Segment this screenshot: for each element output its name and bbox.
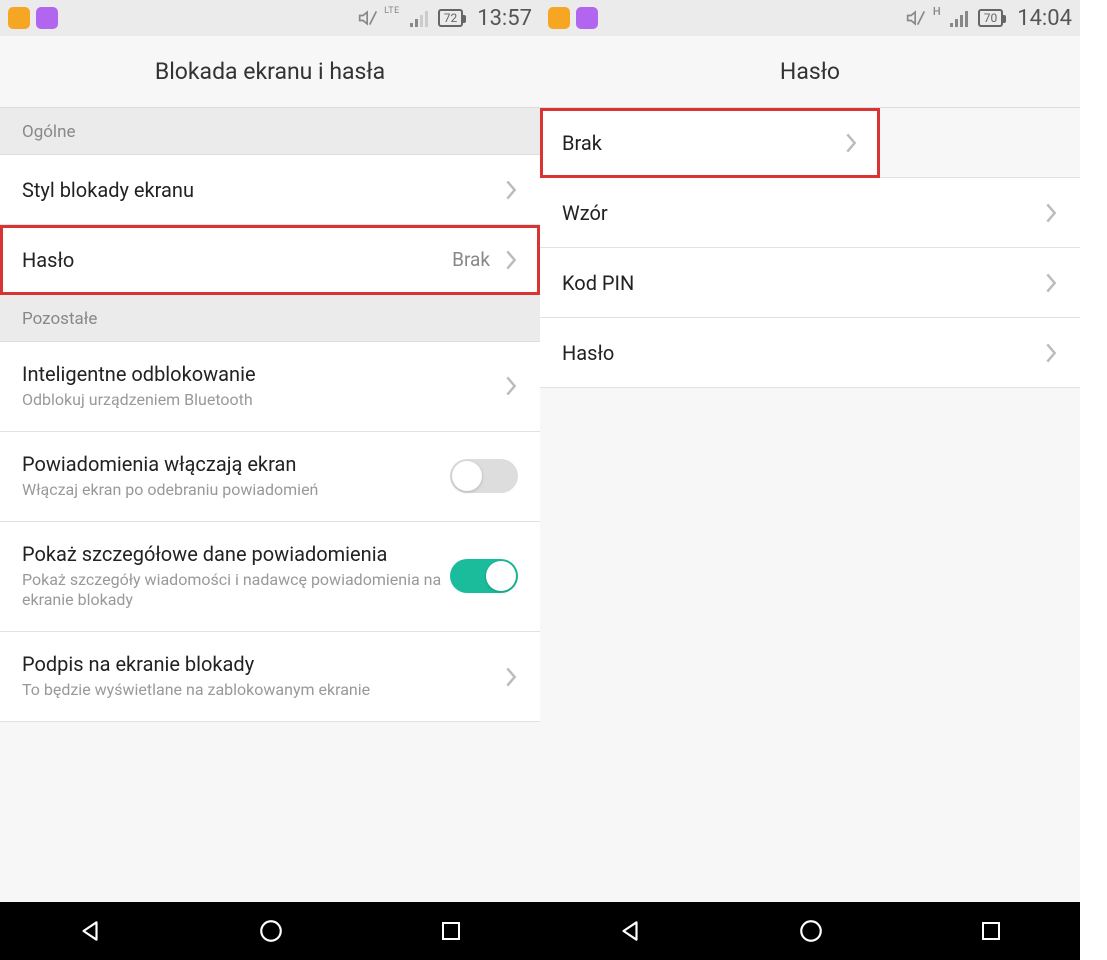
- status-bar: H 70 14:04: [540, 0, 1080, 36]
- page-title: Blokada ekranu i hasła: [155, 58, 385, 85]
- row-title: Inteligentne odblokowanie: [22, 362, 504, 386]
- network-type: LTE: [384, 6, 400, 16]
- row-option-pattern[interactable]: Wzór: [540, 178, 1080, 248]
- chevron-right-icon: [504, 375, 518, 397]
- notification-app-icon: [548, 7, 570, 29]
- toggle-notif-detail[interactable]: [450, 559, 518, 593]
- chevron-right-icon: [504, 666, 518, 688]
- nav-recent-button[interactable]: [439, 919, 463, 943]
- section-general: Ogólne: [0, 108, 540, 155]
- row-title: Hasło: [22, 248, 452, 272]
- row-option-password[interactable]: Hasło: [540, 318, 1080, 388]
- row-title: Hasło: [562, 341, 1044, 365]
- row-password[interactable]: Hasło Brak: [0, 225, 540, 295]
- row-lock-style[interactable]: Styl blokady ekranu: [0, 155, 540, 225]
- row-title: Powiadomienia włączają ekran: [22, 452, 450, 476]
- nav-bar: [0, 902, 540, 960]
- nav-home-button[interactable]: [798, 918, 824, 944]
- page-title: Hasło: [780, 58, 840, 85]
- row-subtitle: Odblokuj urządzeniem Bluetooth: [22, 390, 504, 411]
- network-type: H: [933, 5, 941, 18]
- row-notif-wake[interactable]: Powiadomienia włączają ekran Włączaj ekr…: [0, 432, 540, 522]
- password-options-list: Brak Wzór Kod PIN Hasło: [540, 108, 1080, 902]
- toggle-notif-wake[interactable]: [450, 459, 518, 493]
- row-subtitle: To będzie wyświetlane na zablokowanym ek…: [22, 680, 504, 701]
- nav-home-button[interactable]: [258, 918, 284, 944]
- header: Hasło: [540, 36, 1080, 108]
- battery-level: 72: [438, 9, 464, 27]
- row-subtitle: Włączaj ekran po odebraniu powiadomień: [22, 480, 450, 501]
- nav-bar: [540, 902, 1080, 960]
- header: Blokada ekranu i hasła: [0, 36, 540, 108]
- chevron-right-icon: [844, 132, 858, 154]
- screen-password-type: H 70 14:04 Hasło Brak Wzór Kod PIN Has: [540, 0, 1080, 960]
- nav-recent-button[interactable]: [979, 919, 1003, 943]
- row-title: Brak: [562, 131, 858, 155]
- clock: 13:57: [477, 6, 532, 31]
- signal-icon: [950, 9, 970, 27]
- mute-icon: [358, 8, 378, 28]
- battery-icon: 72: [438, 9, 464, 27]
- row-subtitle: Pokaż szczegóły wiadomości i nadawcę pow…: [22, 570, 450, 612]
- row-title: Wzór: [562, 201, 1044, 225]
- clock: 14:04: [1017, 6, 1072, 31]
- row-title: Podpis na ekranie blokady: [22, 652, 504, 676]
- signal-icon: [410, 9, 430, 27]
- screen-lock-settings: LTE 72 13:57 Blokada ekranu i hasła Ogól…: [0, 0, 540, 960]
- row-value: Brak: [452, 248, 490, 271]
- mute-icon: [906, 8, 926, 28]
- row-title: Kod PIN: [562, 271, 1044, 295]
- row-option-pin[interactable]: Kod PIN: [540, 248, 1080, 318]
- row-smart-unlock[interactable]: Inteligentne odblokowanie Odblokuj urząd…: [0, 342, 540, 432]
- chevron-right-icon: [1044, 272, 1058, 294]
- notification-app-icon: [8, 7, 30, 29]
- row-title: Pokaż szczegółowe dane powiadomienia: [22, 542, 450, 566]
- chevron-right-icon: [1044, 202, 1058, 224]
- chevron-right-icon: [504, 249, 518, 271]
- chevron-right-icon: [1044, 342, 1058, 364]
- notification-app-icon: [36, 7, 58, 29]
- row-notif-detail[interactable]: Pokaż szczegółowe dane powiadomienia Pok…: [0, 522, 540, 633]
- nav-back-button[interactable]: [617, 918, 643, 944]
- battery-level: 70: [978, 9, 1004, 27]
- nav-back-button[interactable]: [77, 918, 103, 944]
- settings-list: Ogólne Styl blokady ekranu Hasło Brak Po…: [0, 108, 540, 902]
- row-title: Styl blokady ekranu: [22, 178, 504, 202]
- row-lock-signature[interactable]: Podpis na ekranie blokady To będzie wyśw…: [0, 632, 540, 722]
- notification-app-icon: [576, 7, 598, 29]
- battery-icon: 70: [978, 9, 1004, 27]
- row-option-none[interactable]: Brak: [540, 108, 880, 178]
- status-bar: LTE 72 13:57: [0, 0, 540, 36]
- section-other: Pozostałe: [0, 295, 540, 342]
- chevron-right-icon: [504, 179, 518, 201]
